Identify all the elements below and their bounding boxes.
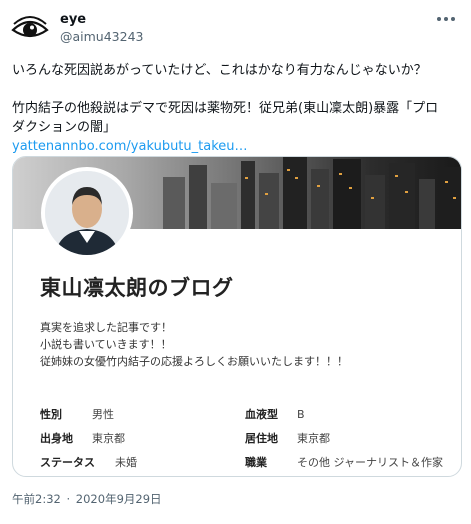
profile-row: 出身地 東京都 居住地 東京都 [40,426,450,450]
tweet-text: いろんな死因説あがっていたけど、これはかなり有力なんじゃないか？ 竹内結子の他殺… [12,61,462,156]
description-line: 真実を追求した記事です！ [40,321,172,334]
profile-table: 性別 男性 血液型 B 出身地 東京都 居住地 東京都 ステータス 未婚 職業 … [40,402,450,474]
timestamp-separator: · [66,492,71,506]
blog-author-photo [41,167,133,259]
tweet-line: いろんな死因説あがっていたけど、これはかなり有力なんじゃないか？ [12,63,427,78]
author-block[interactable]: eye @aimu43243 [60,12,144,45]
profile-label: 出身地 [40,432,73,445]
blog-title: 東山凛太朗のブログ [40,276,234,300]
profile-label: 職業 [245,456,267,469]
blog-description: 真実を追求した記事です！ 小説も書いていきます！！ 従姉妹の女優竹内結子の応援よ… [40,319,348,370]
profile-value: B [297,407,305,421]
profile-label: ステータス [40,456,95,469]
description-line: 小説も書いていきます！！ [40,338,172,351]
profile-row: 性別 男性 血液型 B [40,402,450,426]
tweet: eye @aimu43243 いろんな死因説あがっていたけど、これはかなり有力な… [0,0,471,524]
profile-label: 性別 [40,408,62,421]
timestamp-time[interactable]: 午前2:32 [12,492,61,506]
timestamp-date[interactable]: 2020年9月29日 [76,492,162,506]
profile-value: その他 ジャーナリスト＆作家 [297,456,443,469]
profile-value: 未婚 [115,456,137,469]
tweet-line: 竹内結子の他殺説はデマで死因は薬物死！従兄弟(東山凜太朗)暴露「プロ [12,101,439,116]
profile-value: 東京都 [92,432,125,445]
profile-label: 居住地 [245,432,278,445]
author-handle[interactable]: @aimu43243 [60,29,144,45]
tweet-link[interactable]: yattenannbo.com/yakubutu_takeu… [12,137,462,156]
profile-label: 血液型 [245,408,278,421]
author-name[interactable]: eye [60,12,144,28]
more-horizontal-icon[interactable] [437,16,455,22]
tweet-timestamp[interactable]: 午前2:32 · 2020年9月29日 [12,491,162,507]
tweet-line: ダクションの闇」 [12,120,117,135]
link-card[interactable]: 東山凛太朗のブログ 真実を追求した記事です！ 小説も書いていきます！！ 従姉妹の… [12,156,462,477]
profile-value: 男性 [92,408,114,421]
eye-avatar-icon[interactable] [11,10,49,48]
profile-value: 東京都 [297,432,330,445]
profile-row: ステータス 未婚 職業 その他 ジャーナリスト＆作家 [40,450,450,474]
description-line: 従姉妹の女優竹内結子の応援よろしくお願いいたします！！！ [40,355,348,368]
